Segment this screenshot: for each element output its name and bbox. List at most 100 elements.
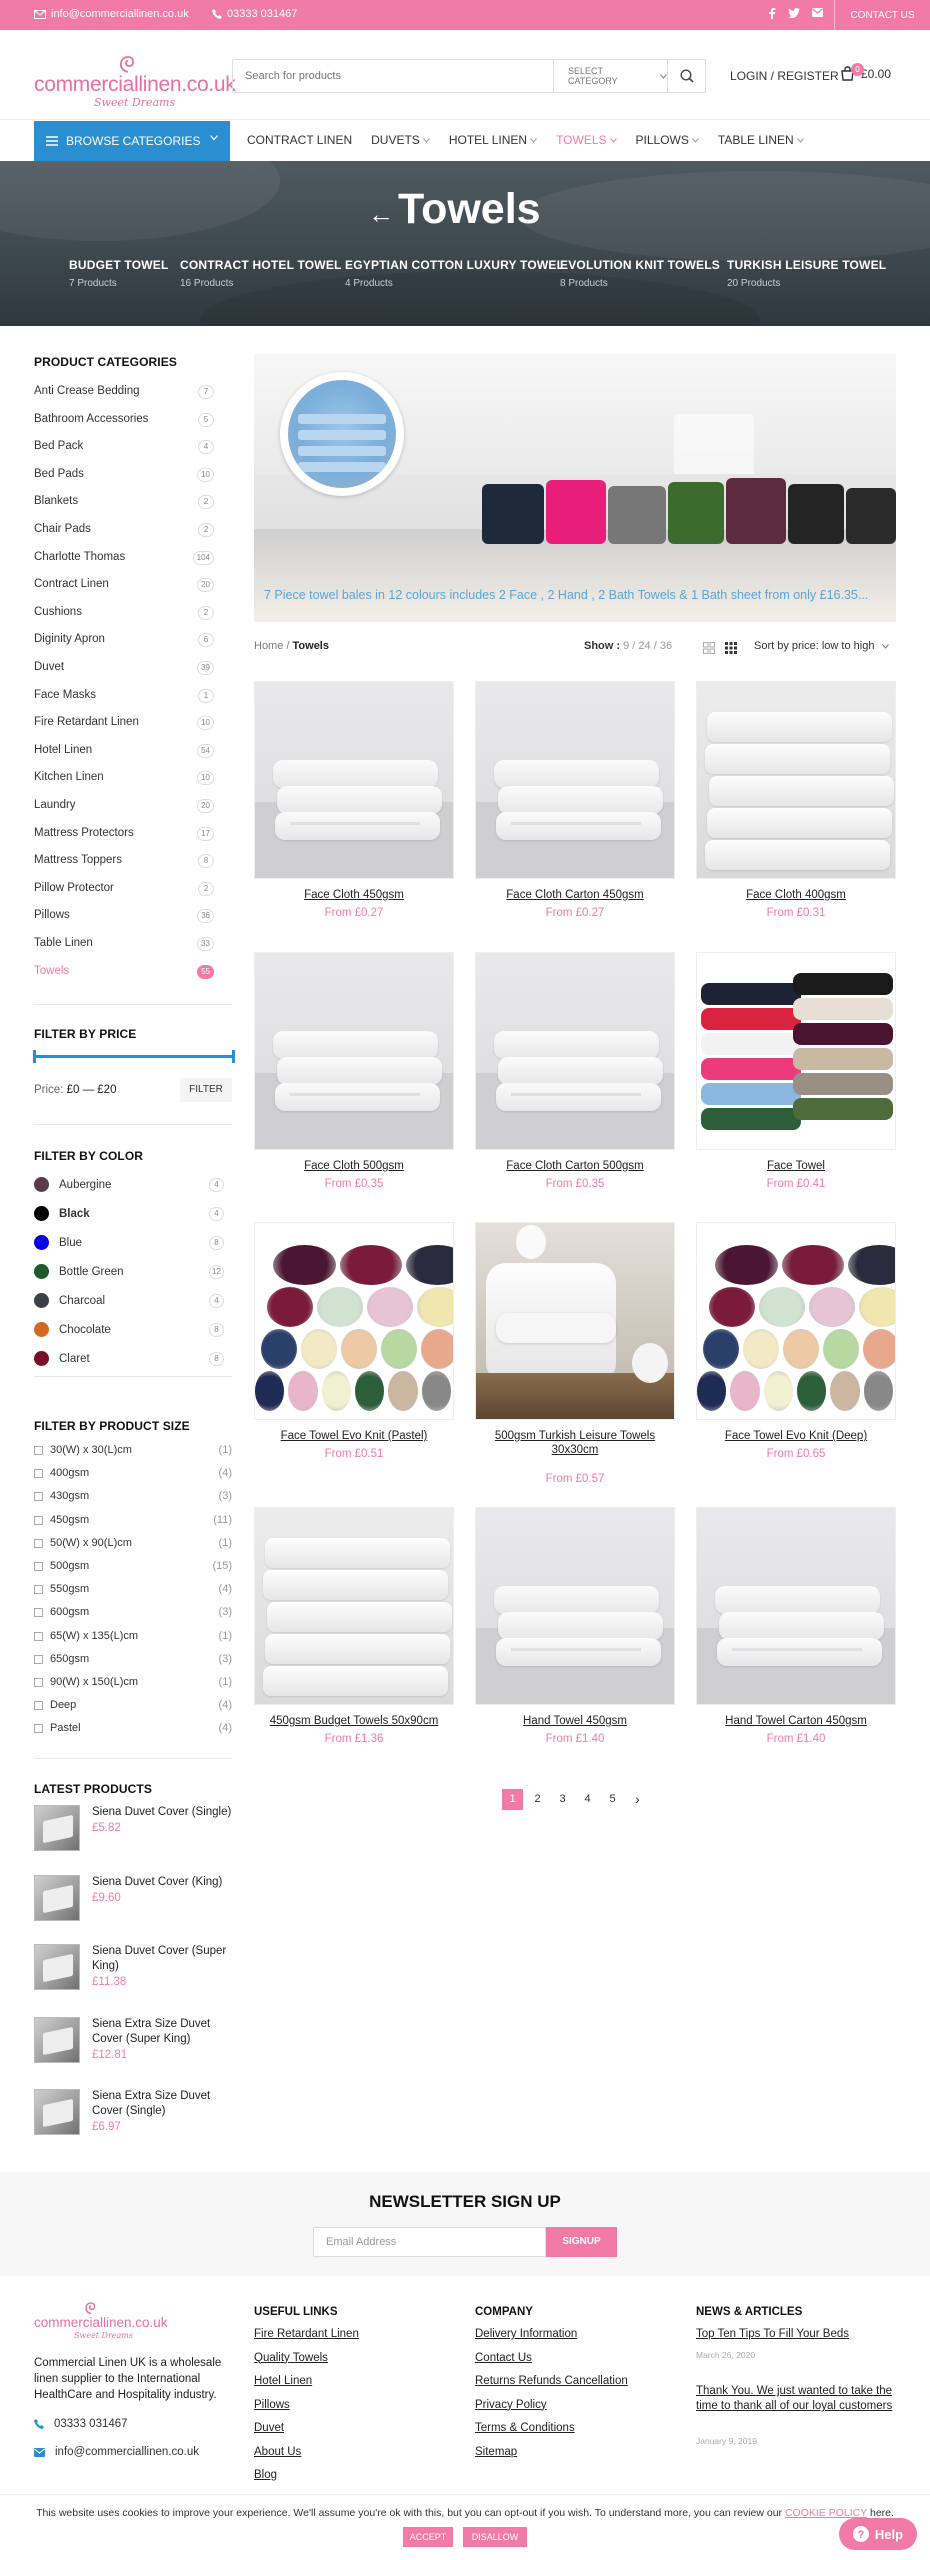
page-2-link[interactable]: 2	[527, 1789, 548, 1810]
color-filter-item[interactable]: Charcoal 4	[34, 1293, 224, 1309]
nav-item-duvets[interactable]: DUVETS	[371, 133, 430, 147]
color-filter-item[interactable]: Claret 8	[34, 1351, 224, 1367]
newsletter-email-input[interactable]: Email Address	[313, 2227, 546, 2257]
show-9[interactable]: 9	[623, 640, 629, 652]
grid-3-view-icon[interactable]	[725, 642, 737, 654]
page-5-link[interactable]: 5	[602, 1789, 623, 1810]
category-item[interactable]: Bed Pack 4	[34, 440, 214, 456]
search-button[interactable]	[667, 60, 705, 92]
price-filter-button[interactable]: FILTER	[180, 1078, 232, 1102]
color-filter-item[interactable]: Blue 8	[34, 1235, 224, 1251]
show-36[interactable]: 36	[660, 640, 672, 652]
size-filter-item[interactable]: Deep (4)	[34, 1699, 232, 1713]
product-title[interactable]: Face Cloth 500gsm	[254, 1159, 454, 1173]
category-item[interactable]: Hotel Linen 54	[34, 743, 214, 760]
nav-item-pillows[interactable]: PILLOWS	[636, 133, 699, 147]
footer-company-link[interactable]: Contact Us	[475, 2352, 532, 2364]
checkbox[interactable]	[34, 1562, 43, 1571]
category-item[interactable]: Blankets 2	[34, 495, 214, 511]
category-item[interactable]: Pillow Protector 2	[34, 881, 214, 898]
product-title[interactable]: Face Cloth Carton 450gsm	[475, 888, 675, 902]
footer-useful-link[interactable]: Blog	[254, 2469, 277, 2481]
latest-product-item[interactable]: Siena Duvet Cover (Super King) £11.38	[34, 1944, 234, 1992]
subcategory-link[interactable]: CONTRACT HOTEL TOWEL 16 Products	[180, 258, 342, 289]
color-filter-item[interactable]: Chocolate 8	[34, 1322, 224, 1338]
price-slider-track[interactable]	[34, 1055, 234, 1058]
checkbox[interactable]	[34, 1654, 43, 1664]
category-item[interactable]: Anti Crease Bedding 7	[34, 385, 214, 401]
category-item[interactable]: Contract Linen 20	[34, 578, 214, 594]
checkbox[interactable]	[34, 1701, 43, 1711]
product-image[interactable]	[254, 1507, 454, 1705]
product-title[interactable]: Hand Towel 450gsm	[475, 1714, 675, 1728]
size-filter-item[interactable]: 650gsm (3)	[34, 1653, 232, 1667]
article-link[interactable]: Top Ten Tips To Fill Your Beds	[696, 2328, 896, 2340]
product-title[interactable]: Face Cloth Carton 500gsm	[475, 1159, 675, 1173]
category-item[interactable]: Charlotte Thomas 104	[34, 550, 214, 567]
checkbox[interactable]	[34, 1678, 43, 1687]
page-1-link[interactable]: 1	[502, 1789, 523, 1810]
product-image[interactable]	[696, 1507, 896, 1705]
footer-useful-link[interactable]: Fire Retardant Linen	[254, 2328, 359, 2340]
promo-banner[interactable]: 7 Piece towel bales in 12 colours includ…	[254, 354, 896, 622]
product-title[interactable]: Face Towel	[696, 1159, 896, 1173]
product-image[interactable]	[475, 1222, 675, 1420]
checkbox[interactable]	[34, 1515, 43, 1525]
checkbox[interactable]	[34, 1631, 43, 1641]
facebook-icon[interactable]	[768, 8, 776, 19]
topbar-phone[interactable]: 03333 031467	[212, 8, 297, 20]
size-filter-item[interactable]: 450gsm (11)	[34, 1514, 232, 1528]
size-filter-item[interactable]: 600gsm (3)	[34, 1606, 232, 1620]
browse-categories-button[interactable]: BROWSE CATEGORIES	[34, 121, 230, 161]
color-filter-item[interactable]: Black 4	[34, 1206, 224, 1222]
latest-product-item[interactable]: Siena Extra Size Duvet Cover (Super King…	[34, 2017, 234, 2065]
footer-phone[interactable]: 03333 031467	[34, 2418, 128, 2430]
product-image[interactable]	[475, 681, 675, 879]
size-filter-item[interactable]: 30(W) x 30(L)cm (1)	[34, 1444, 232, 1458]
checkbox[interactable]	[34, 1469, 43, 1479]
search-input[interactable]	[233, 60, 553, 92]
category-item[interactable]: Cushions 2	[34, 605, 214, 622]
color-filter-item[interactable]: Aubergine 4	[34, 1177, 224, 1193]
footer-company-link[interactable]: Privacy Policy	[475, 2399, 547, 2411]
newsletter-signup-button[interactable]: SIGNUP	[546, 2227, 617, 2257]
product-thumbnail[interactable]	[34, 2089, 80, 2135]
size-filter-item[interactable]: 50(W) x 90(L)cm (1)	[34, 1537, 232, 1551]
price-slider-min-handle[interactable]	[33, 1050, 36, 1063]
category-item[interactable]: Diginity Apron 6	[34, 633, 214, 649]
category-item[interactable]: Pillows 36	[34, 909, 214, 925]
product-title[interactable]: Hand Towel Carton 450gsm	[696, 1714, 896, 1728]
footer-company-link[interactable]: Sitemap	[475, 2446, 517, 2458]
footer-useful-link[interactable]: Duvet	[254, 2422, 284, 2434]
page-4-link[interactable]: 4	[577, 1789, 598, 1810]
cookie-accept-button[interactable]: ACCEPT	[403, 2527, 453, 2547]
size-filter-item[interactable]: 65(W) x 135(L)cm (1)	[34, 1630, 232, 1644]
category-item[interactable]: Bed Pads 10	[34, 467, 214, 484]
page-3-link[interactable]: 3	[552, 1789, 573, 1810]
product-image[interactable]	[696, 1222, 896, 1420]
price-slider-max-handle[interactable]	[232, 1050, 235, 1063]
show-24[interactable]: 24	[638, 640, 650, 652]
footer-logo[interactable]: commerciallinen.co.uk Sweet Dreams	[34, 2301, 184, 2347]
product-thumbnail[interactable]	[34, 1805, 80, 1851]
size-filter-item[interactable]: 400gsm (4)	[34, 1467, 232, 1481]
size-filter-item[interactable]: 500gsm (15)	[34, 1560, 232, 1574]
size-filter-item[interactable]: 430gsm (3)	[34, 1490, 232, 1504]
product-thumbnail[interactable]	[34, 1875, 80, 1921]
size-filter-item[interactable]: Pastel (4)	[34, 1722, 232, 1736]
subcategory-link[interactable]: EGYPTIAN COTTON LUXURY TOWEL 4 Products	[345, 258, 564, 289]
product-thumbnail[interactable]	[34, 2017, 80, 2063]
product-image[interactable]	[254, 952, 454, 1150]
grid-2-view-icon[interactable]	[703, 642, 715, 654]
nav-item-towels[interactable]: TOWELS	[556, 133, 617, 147]
mail-icon[interactable]	[812, 8, 823, 17]
product-image[interactable]	[475, 952, 675, 1150]
footer-useful-link[interactable]: Quality Towels	[254, 2352, 328, 2364]
subcategory-link[interactable]: TURKISH LEISURE TOWEL 20 Products	[727, 258, 886, 289]
category-item[interactable]: Face Masks 1	[34, 688, 214, 705]
breadcrumb-home[interactable]: Home	[254, 640, 283, 652]
help-button[interactable]: ? Help	[839, 2518, 917, 2550]
product-title[interactable]: 500gsm Turkish Leisure Towels 30x30cm	[475, 1429, 675, 1457]
checkbox[interactable]	[34, 1446, 43, 1455]
next-page-icon[interactable]: ›	[627, 1789, 648, 1810]
